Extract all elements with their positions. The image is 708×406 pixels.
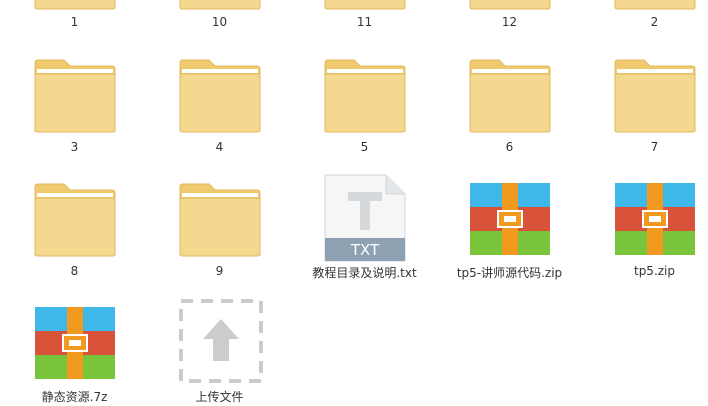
item-label: 静态资源.7z: [41, 390, 108, 404]
archive-item[interactable]: tp5.zip: [582, 134, 708, 278]
folder-icon: [469, 59, 551, 133]
folder-icon: [324, 59, 406, 133]
item-label: tp5.zip: [633, 264, 676, 278]
archive-icon: [614, 183, 696, 257]
folder-icon: [34, 59, 116, 133]
folder-item[interactable]: 4: [147, 10, 292, 154]
folder-item[interactable]: 5: [292, 10, 437, 154]
item-label: 上传文件: [195, 390, 244, 404]
folder-item[interactable]: 3: [2, 10, 147, 154]
folder-item[interactable]: 9: [147, 134, 292, 278]
archive-icon: [469, 183, 551, 257]
txt-file-item[interactable]: TXT 教程目录及说明.txt: [292, 134, 437, 280]
upload-file-button[interactable]: 上传文件: [147, 258, 292, 404]
folder-icon: [179, 183, 261, 257]
txt-file-icon: TXT: [324, 174, 406, 262]
folder-item[interactable]: 6: [437, 10, 582, 154]
archive-item[interactable]: 静态资源.7z: [2, 258, 147, 404]
archive-item[interactable]: tp5-讲师源代码.zip: [437, 134, 582, 280]
txt-badge: TXT: [350, 241, 380, 259]
file-grid: 1 10 11 12 2 3 4 5 6 7 8 9 TXT 教程目录及说明.t…: [0, 0, 708, 406]
folder-item[interactable]: 7: [582, 10, 708, 154]
archive-icon: [34, 307, 116, 381]
item-label: 教程目录及说明.txt: [312, 266, 417, 280]
folder-icon: [614, 59, 696, 133]
folder-icon: [179, 59, 261, 133]
folder-icon: [34, 183, 116, 257]
item-label: tp5-讲师源代码.zip: [456, 266, 563, 280]
folder-item[interactable]: 8: [2, 134, 147, 278]
upload-icon: [179, 299, 263, 383]
